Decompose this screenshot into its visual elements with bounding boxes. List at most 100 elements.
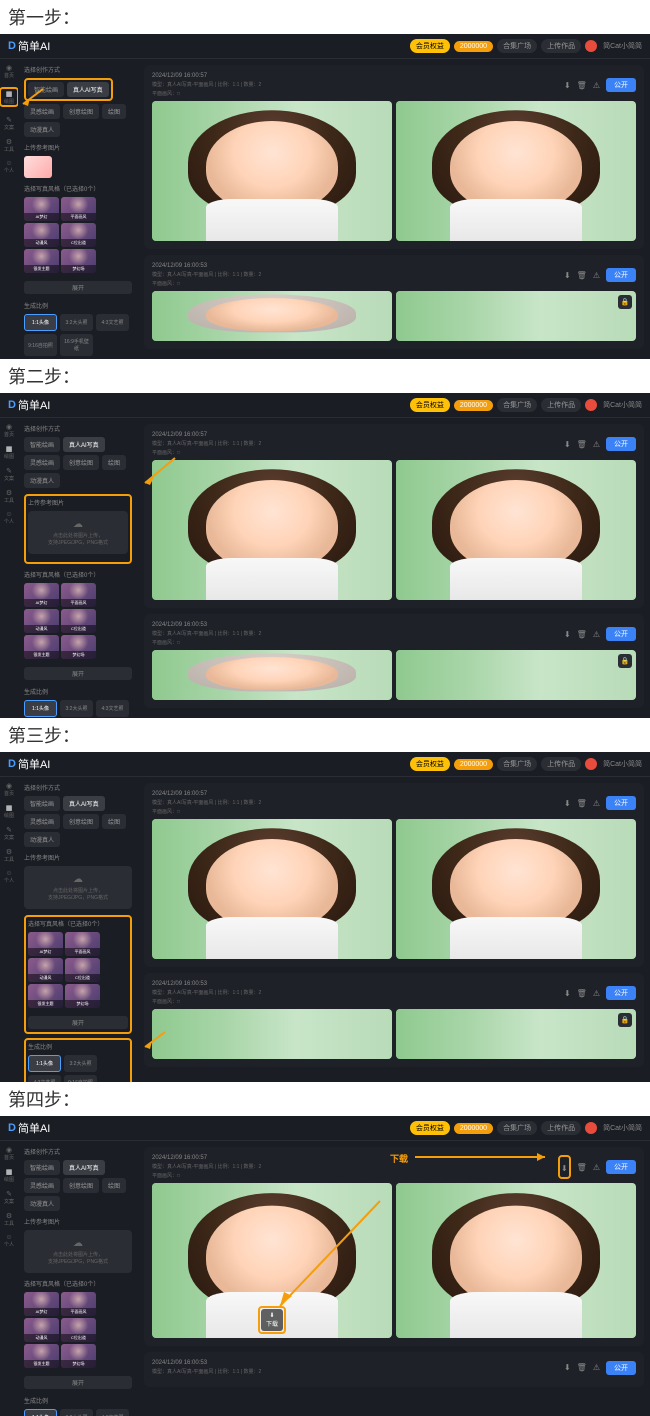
download-icon-s4[interactable]: ⬇ [561, 1164, 568, 1173]
tab-draw2[interactable]: 绘图 [102, 104, 126, 119]
publish-button-s4[interactable]: 公开 [606, 1160, 636, 1174]
tab-anime-3[interactable]: 动漫真人 [24, 832, 60, 847]
credits-button-3[interactable]: 2000000 [454, 759, 493, 770]
result-image-1-s3[interactable] [152, 819, 392, 959]
nav-text-4[interactable]: ✎文案 [3, 1191, 15, 1203]
nav-text-3[interactable]: ✎文案 [3, 827, 15, 839]
credits-button-4[interactable]: 2000000 [454, 1123, 493, 1134]
style-4-3[interactable]: 银发主题 [28, 984, 63, 1008]
publish-button-2-s2[interactable]: 公开 [606, 627, 636, 641]
result-image-1-s2[interactable] [152, 460, 392, 600]
vip-button-2[interactable]: 会员权益 [410, 398, 450, 412]
gallery-button-2[interactable]: 合集广场 [497, 398, 537, 412]
nav-personal-2[interactable]: ☺个人 [3, 512, 15, 524]
result-image-3-s2[interactable] [152, 650, 392, 700]
delete-icon[interactable]: 🗑 [577, 81, 587, 90]
delete-icon-s4[interactable]: 🗑 [577, 1163, 587, 1172]
upload-button-3[interactable]: 上传作品 [541, 757, 581, 771]
ratio-2-2[interactable]: 4:3文艺照 [96, 700, 129, 717]
nav-tools-4[interactable]: ⚙工具 [3, 1213, 15, 1225]
result-image-1[interactable] [152, 101, 392, 241]
style-4-2[interactable]: 银发主题 [24, 635, 59, 659]
tab-draw2-3[interactable]: 绘图 [102, 814, 126, 829]
lock-icon-s2[interactable]: 🔒 [618, 654, 632, 668]
nav-tools[interactable]: ⚙工具 [3, 139, 15, 151]
avatar-2[interactable] [585, 399, 597, 411]
ratio-3[interactable]: 9:16自拍照 [24, 334, 57, 356]
nav-home-4[interactable]: ◉首页 [3, 1147, 15, 1159]
style-2-3[interactable]: 动漫风 [28, 958, 63, 982]
nav-draw[interactable]: ▦绘图 [3, 91, 15, 103]
nav-draw-4[interactable]: ▦绘图 [3, 1169, 15, 1181]
nav-home-3[interactable]: ◉首页 [3, 783, 15, 795]
warn-icon-s4[interactable]: ⚠ [593, 1163, 600, 1172]
nav-personal-3[interactable]: ☺个人 [3, 871, 15, 883]
expand-button-2[interactable]: 展开 [24, 667, 132, 680]
style-2-2[interactable]: 动漫风 [24, 609, 59, 633]
vip-button-4[interactable]: 会员权益 [410, 1121, 450, 1135]
tab-creative-4[interactable]: 创意绘图 [63, 1178, 99, 1193]
publish-button[interactable]: 公开 [606, 78, 636, 92]
style-0[interactable]: AI梦幻 [24, 197, 59, 221]
nav-tools-3[interactable]: ⚙工具 [3, 849, 15, 861]
nav-text[interactable]: ✎文案 [3, 117, 15, 129]
style-0-2[interactable]: AI梦幻 [24, 583, 59, 607]
tab-smart[interactable]: 智能绘画 [28, 82, 64, 97]
gallery-button-4[interactable]: 合集广场 [497, 1121, 537, 1135]
ratio-0-2[interactable]: 1:1头像 [24, 700, 57, 717]
style-5-4[interactable]: 梦幻场 [61, 1344, 96, 1368]
download-icon[interactable]: ⬇ [564, 81, 571, 90]
avatar-3[interactable] [585, 758, 597, 770]
ratio-0-3[interactable]: 1:1头像 [28, 1055, 61, 1072]
vip-button[interactable]: 会员权益 [410, 39, 450, 53]
upload-button-2[interactable]: 上传作品 [541, 398, 581, 412]
delete-icon-2-s3[interactable]: 🗑 [577, 989, 587, 998]
result-image-4[interactable] [396, 291, 636, 341]
style-0-4[interactable]: AI梦幻 [24, 1292, 59, 1316]
ratio-2-3[interactable]: 4:3文艺照 [28, 1075, 61, 1082]
style-4[interactable]: 银发主题 [24, 249, 59, 273]
publish-button-s2[interactable]: 公开 [606, 437, 636, 451]
tab-anime[interactable]: 动漫真人 [24, 122, 60, 137]
result-image-2-s4[interactable] [396, 1183, 636, 1338]
tab-photo[interactable]: 真人AI写真 [67, 82, 109, 97]
ratio-3-3[interactable]: 9:16自拍照 [64, 1075, 97, 1082]
ratio-1-3[interactable]: 3:2大头照 [64, 1055, 97, 1072]
gallery-button[interactable]: 合集广场 [497, 39, 537, 53]
result-image-2-s2[interactable] [396, 460, 636, 600]
style-2[interactable]: 动漫风 [24, 223, 59, 247]
upload-box[interactable]: ☁ 点击此处将图片上传， 支持JPEG/JPG，PNG格式 [28, 511, 128, 554]
result-image-1-s4[interactable]: ⬇下载 [152, 1183, 392, 1338]
expand-button-4[interactable]: 展开 [24, 1376, 132, 1389]
tab-draw2-2[interactable]: 绘图 [102, 455, 126, 470]
style-3-4[interactable]: C位出道 [61, 1318, 96, 1342]
style-5-3[interactable]: 梦幻场 [65, 984, 100, 1008]
sample-image[interactable] [24, 156, 52, 178]
ratio-0[interactable]: 1:1头像 [24, 314, 57, 331]
nav-tools-2[interactable]: ⚙工具 [3, 490, 15, 502]
tab-draw2-4[interactable]: 绘图 [102, 1178, 126, 1193]
style-1-3[interactable]: 平面画风 [65, 932, 100, 956]
publish-button-s3[interactable]: 公开 [606, 796, 636, 810]
tab-photo-3[interactable]: 真人AI写真 [63, 796, 105, 811]
tab-creative-3[interactable]: 创意绘图 [63, 814, 99, 829]
gallery-button-3[interactable]: 合集广场 [497, 757, 537, 771]
style-4-4[interactable]: 银发主题 [24, 1344, 59, 1368]
lock-icon[interactable]: 🔒 [618, 295, 632, 309]
download-icon-2-s2[interactable]: ⬇ [564, 630, 571, 639]
upload-button[interactable]: 上传作品 [541, 39, 581, 53]
style-3-3[interactable]: C位出道 [65, 958, 100, 982]
upload-box-4[interactable]: ☁ 点击此处将图片上传， 支持JPEG/JPG，PNG格式 [24, 1230, 132, 1273]
ratio-1-2[interactable]: 3:2大头照 [60, 700, 93, 717]
style-1[interactable]: 平面画风 [61, 197, 96, 221]
style-5[interactable]: 梦幻场 [61, 249, 96, 273]
nav-personal[interactable]: ☺个人 [3, 161, 15, 173]
credits-button[interactable]: 2000000 [454, 41, 493, 52]
style-0-3[interactable]: AI梦幻 [28, 932, 63, 956]
tab-creative[interactable]: 创意绘图 [63, 104, 99, 119]
download-icon-s2[interactable]: ⬇ [564, 440, 571, 449]
tab-inspire[interactable]: 灵感绘画 [24, 104, 60, 119]
warn-icon-s3[interactable]: ⚠ [593, 799, 600, 808]
style-3-2[interactable]: C位出道 [61, 609, 96, 633]
result-image-2[interactable] [396, 101, 636, 241]
